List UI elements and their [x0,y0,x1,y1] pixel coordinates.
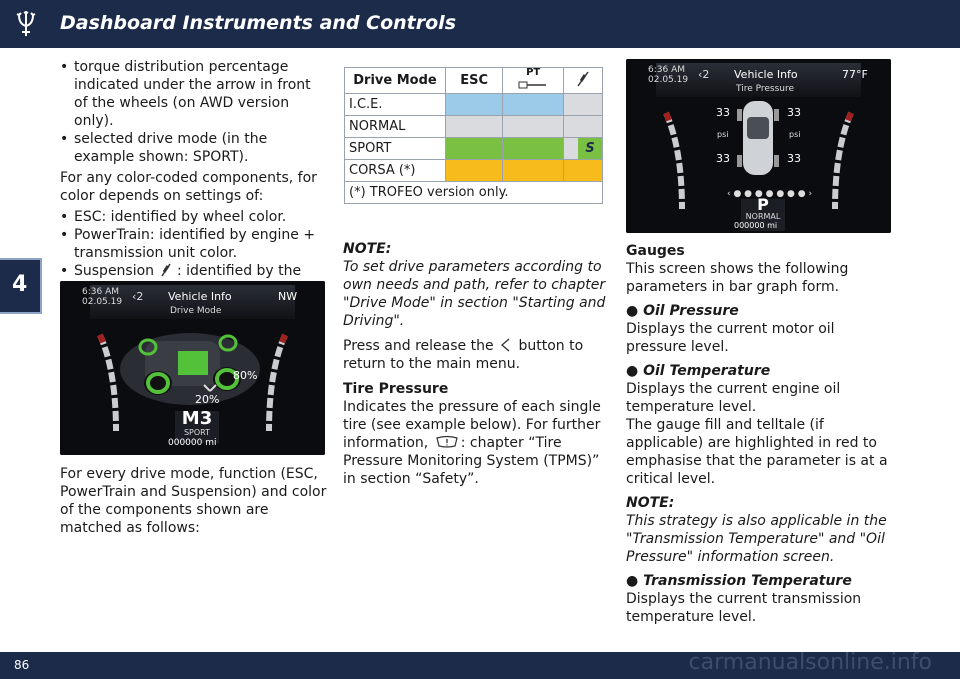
page-number: 86 [14,658,30,672]
screen1-time: 6:36 AM [82,287,119,297]
table-header-row: Drive Mode ESC PT [344,67,603,94]
table-row: NORMAL [344,115,603,138]
screen1-gear: M3 [181,408,213,429]
cell-pt [502,159,565,182]
row-label: CORSA (*) [344,159,446,182]
screen1-subtitle: Drive Mode [170,306,222,316]
column-1-bottom: For every drive mode, function (ESC, Pow… [60,465,328,537]
maserati-trident-logo [16,10,36,36]
cell-esc [444,137,504,160]
shock-absorber-icon [577,71,589,86]
screen1-date: 02.05.19 [82,297,123,307]
cell-esc [444,93,504,116]
note-text: To set drive parameters according to own… [343,259,606,329]
cell-suspension [563,159,603,182]
screen1-pct-front: 20% [195,393,220,406]
note-title-2: NOTE: [626,495,675,511]
unit-left: psi [717,130,729,139]
tire-fr: 33 [787,106,801,119]
oil-temp-text: Displays the current engine oil temperat… [626,381,841,415]
cell-suspension [563,93,603,116]
column-3: Gauges This screen shows the following p… [626,242,896,626]
drive-mode-table: Drive Mode ESC PT I.C.E. NORMAL SPORT S … [344,67,603,204]
screen1-odometer: 000000 mi [168,438,217,448]
table-footnote: (*) TROFEO version only. [344,181,603,204]
tpms-icon [435,435,458,448]
tire-pressure-title: Tire Pressure [343,381,449,397]
oil-pressure-title: ● Oil Pressure [626,303,739,319]
cell-esc [444,159,504,182]
drive-mode-screen: 6:36 AM 02.05.19 ‹2 Vehicle Info Drive M… [60,281,325,455]
chapter-tab: 4 [0,258,42,314]
cell-esc [444,115,504,138]
tire-fl: 33 [716,106,730,119]
page-footer: 86 carmanualsonline.info [0,650,960,679]
tire-pressure-text: Indicates the pressure of each single ti… [343,399,601,487]
screen1-compass: NW [278,290,298,303]
header-esc: ESC [444,67,504,94]
unit-right: psi [789,130,801,139]
screen2-mode: NORMAL [745,212,781,221]
screen1-title: Vehicle Info [168,290,232,303]
column-1: torque distribution percentage indicated… [60,58,328,298]
screen2-temp: 77°F [842,68,868,81]
row-label: SPORT [344,137,446,160]
cell-pt [502,93,565,116]
page-header: Dashboard Instruments and Controls [0,0,960,48]
gauges-title: Gauges [626,243,685,259]
tire-rr: 33 [787,152,801,165]
bullet-esc: ESC: identified by wheel color. [60,208,328,226]
header-pt: PT [502,67,565,94]
paragraph-matching: For every drive mode, function (ESC, Pow… [60,466,327,536]
tire-pressure-screen: ‹ ● ● ● ● ● ● ● › 6:36 AM 02.05.19 ‹2 Ve… [626,59,891,233]
table-row: I.C.E. [344,93,603,116]
screen2-subtitle: Tire Pressure [736,84,795,94]
powertrain-icon [518,81,547,89]
table-row: SPORT S [344,137,603,160]
paragraph-press-back: Press and release the button to return t… [343,338,584,372]
screen1-page-indicator: ‹2 [132,290,144,303]
column-2: NOTE: To set drive parameters according … [343,240,611,488]
bullet-powertrain: PowerTrain: identified by engine + trans… [60,226,328,262]
gauge-fill-text: The gauge fill and telltale (if applicab… [626,417,888,487]
screen1-pct-rear: 80% [233,369,258,382]
screen2-date: 02.05.19 [648,75,689,85]
sport-badge: S [578,138,602,159]
shock-absorber-icon [160,263,171,277]
cell-pt [502,115,565,138]
paragraph-color-coded: For any color-coded components, for colo… [60,170,317,204]
page-title: Dashboard Instruments and Controls [60,12,457,34]
chapter-number: 4 [12,272,28,297]
screen2-time: 6:36 AM [648,65,685,75]
bullet-torque: torque distribution percentage indicated… [60,58,328,130]
oil-pressure-text: Displays the current motor oil pressure … [626,321,835,355]
cell-pt [502,137,565,160]
screen2-title: Vehicle Info [734,68,798,81]
screen2-page-indicator: ‹2 [698,68,710,81]
screen1-mode: SPORT [183,428,211,437]
note-title: NOTE: [343,241,392,257]
bullet-drive-mode: selected drive mode (in the example show… [60,130,328,166]
header-drive-mode: Drive Mode [344,67,446,94]
watermark: carmanualsonline.info [688,650,932,675]
table-row: CORSA (*) [344,159,603,182]
trans-temp-title: ● Transmission Temperature [626,573,852,589]
header-suspension [563,67,603,94]
cell-suspension [563,115,603,138]
chevron-left-icon [501,338,510,352]
tire-rl: 33 [716,152,730,165]
screen2-odometer: 000000 mi [734,221,778,230]
trans-temp-text: Displays the current transmission temper… [626,591,862,625]
cell-suspension: S [563,137,603,160]
table-footnote-row: (*) TROFEO version only. [344,181,603,204]
gauges-text: This screen shows the following paramete… [626,261,849,295]
oil-temp-title: ● Oil Temperature [626,363,771,379]
note-text-2: This strategy is also applicable in the … [626,513,887,565]
row-label: I.C.E. [344,93,446,116]
row-label: NORMAL [344,115,446,138]
